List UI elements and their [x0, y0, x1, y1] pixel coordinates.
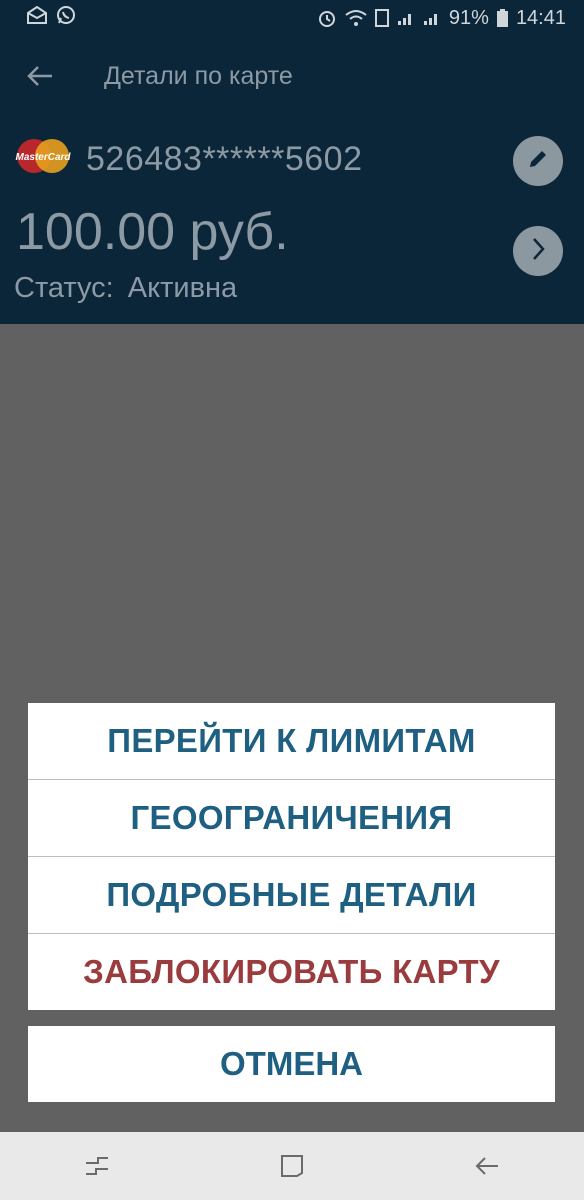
clock-time: 14:41 — [515, 6, 566, 29]
back-icon[interactable] — [457, 1136, 517, 1196]
detailed-info-button[interactable]: ПОДРОБНЫЕ ДЕТАЛИ — [28, 857, 555, 934]
page-title: Детали по карте — [104, 61, 293, 90]
back-arrow-icon[interactable] — [4, 36, 76, 116]
action-sheet: ПЕРЕЙТИ К ЛИМИТАМ ГЕООГРАНИЧЕНИЯ ПОДРОБН… — [28, 703, 555, 1010]
recent-apps-icon[interactable] — [67, 1136, 127, 1196]
battery-icon — [496, 9, 508, 27]
pencil-icon — [526, 147, 550, 176]
status-bar-right: 91% 14:41 — [317, 7, 566, 30]
card-panel: MasterCard 526483******5602 100.00 руб. … — [0, 116, 584, 324]
status-bar: 91% 14:41 — [0, 0, 584, 36]
card-status: Статус: Активна — [14, 272, 237, 305]
wifi-icon — [345, 9, 367, 27]
whatsapp-icon — [56, 5, 76, 31]
status-value: Активна — [127, 272, 238, 304]
mastercard-logo: MasterCard — [14, 138, 72, 174]
mail-icon — [26, 5, 48, 30]
card-balance: 100.00 руб. — [16, 203, 289, 261]
battery-percent: 91% — [448, 6, 489, 29]
card-details-button[interactable] — [513, 226, 563, 276]
chevron-right-icon — [528, 235, 548, 268]
app-bar: Детали по карте — [0, 36, 584, 116]
card-number: 526483******5602 — [86, 140, 363, 178]
geo-restrictions-button[interactable]: ГЕООГРАНИЧЕНИЯ — [28, 780, 555, 857]
system-nav-bar — [0, 1132, 584, 1200]
alarm-icon — [317, 8, 337, 28]
block-card-button[interactable]: ЗАБЛОКИРОВАТЬ КАРТУ — [28, 934, 555, 1010]
signal-icon — [397, 10, 415, 26]
cancel-button[interactable]: ОТМЕНА — [28, 1026, 555, 1102]
signal-icon — [423, 10, 441, 26]
status-label: Статус: — [14, 272, 114, 304]
edit-card-button[interactable] — [513, 136, 563, 186]
status-bar-left — [26, 5, 76, 31]
go-to-limits-button[interactable]: ПЕРЕЙТИ К ЛИМИТАМ — [28, 703, 555, 780]
sim-icon — [374, 9, 389, 27]
home-icon[interactable] — [262, 1136, 322, 1196]
svg-text:MasterCard: MasterCard — [15, 152, 71, 163]
